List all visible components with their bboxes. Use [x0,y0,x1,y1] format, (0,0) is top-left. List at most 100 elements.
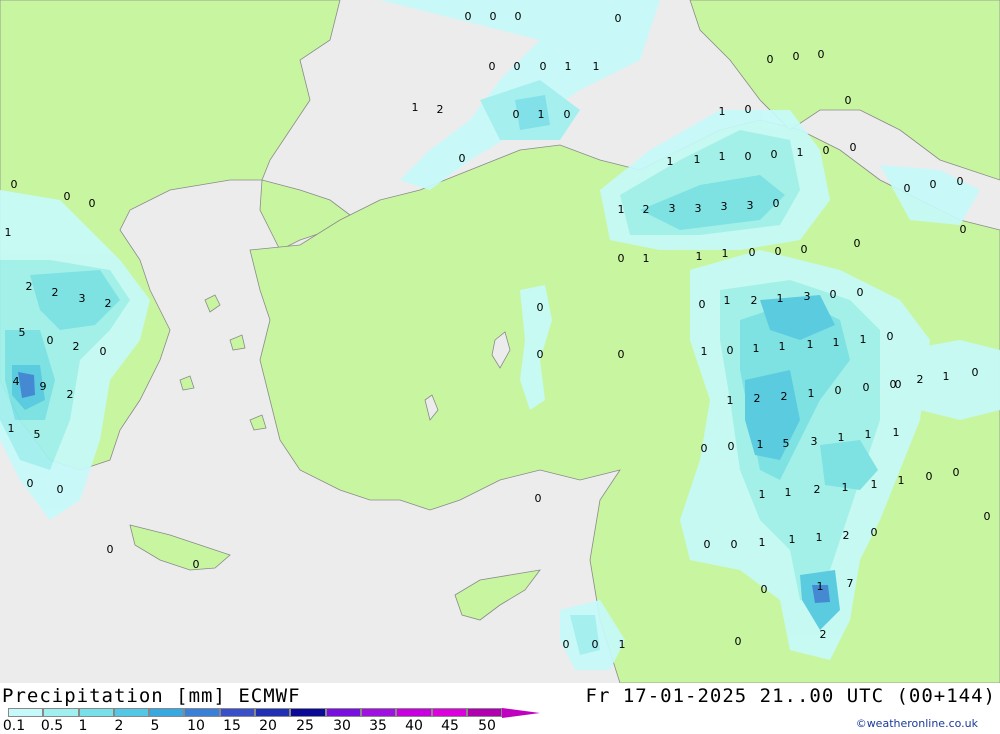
legend-label: 1 [78,718,88,734]
station-value: 0 [957,175,964,188]
station-value: 0 [767,53,774,66]
station-value: 1 [797,146,804,159]
station-value: 4 [13,375,20,388]
station-value: 3 [695,202,702,215]
station-value: 0 [618,252,625,265]
station-value: 1 [817,580,824,593]
station-value: 1 [719,105,726,118]
station-value: 0 [775,245,782,258]
station-value: 0 [513,108,520,121]
station-value: 0 [984,510,991,523]
legend-label: 20 [259,718,277,734]
legend-swatch [396,708,432,717]
legend-label: 30 [333,718,351,734]
station-value: 2 [751,294,758,307]
legend-label: 45 [441,718,459,734]
station-value: 0 [490,10,497,23]
station-value: 1 [643,252,650,265]
station-value: 0 [857,286,864,299]
station-value: 0 [57,483,64,496]
station-value: 0 [107,543,114,556]
station-value: 1 [833,336,840,349]
station-value: 3 [79,292,86,305]
station-value: 0 [728,440,735,453]
station-value: 1 [727,394,734,407]
color-legend [8,708,541,718]
station-value: 1 [5,226,12,239]
station-value: 1 [593,60,600,73]
station-value: 0 [871,526,878,539]
legend-swatch [8,708,44,717]
station-value: 0 [100,345,107,358]
station-value: 0 [537,348,544,361]
station-value: 0 [193,558,200,571]
station-value: 0 [563,638,570,651]
legend-swatch [113,708,150,717]
map-title: Precipitation [mm] ECMWF [2,685,301,707]
station-value: 0 [618,348,625,361]
station-value: 2 [643,203,650,216]
station-value: 1 [538,108,545,121]
station-value: 0 [895,378,902,391]
legend-label: 0.1 [2,718,26,734]
station-value: 0 [818,48,825,61]
station-value: 0 [699,298,706,311]
station-value: 1 [842,481,849,494]
station-value: 0 [89,197,96,210]
station-value: 0 [540,60,547,73]
station-value: 1 [871,478,878,491]
station-value: 1 [696,250,703,263]
station-value: 0 [47,334,54,347]
station-value: 3 [811,435,818,448]
station-value: 0 [887,330,894,343]
station-value: 0 [465,10,472,23]
legend-swatch [360,708,397,717]
station-value: 1 [759,536,766,549]
station-value: 2 [52,286,59,299]
station-value: 0 [731,538,738,551]
station-value: 1 [838,431,845,444]
station-value: 1 [808,387,815,400]
station-value: 0 [960,223,967,236]
station-value: 2 [820,628,827,641]
station-value: 0 [850,141,857,154]
credit-link[interactable]: ©weatheronline.co.uk [856,717,978,730]
station-value: 0 [749,246,756,259]
legend-label: 15 [223,718,241,734]
station-value: 0 [953,466,960,479]
station-value: 0 [701,442,708,455]
station-value: 0 [535,492,542,505]
station-value: 0 [592,638,599,651]
station-value: 0 [515,10,522,23]
station-value: 3 [669,202,676,215]
station-value: 1 [753,342,760,355]
station-value: 0 [904,182,911,195]
station-value: 1 [618,203,625,216]
station-value: 3 [804,290,811,303]
legend-labels: 0.1 0.5 1 2 5 10 15 20 25 30 35 40 45 50 [0,718,520,734]
station-value: 1 [694,153,701,166]
station-value: 0 [537,301,544,314]
station-value: 0 [64,190,71,203]
station-value: 0 [745,150,752,163]
legend-label: 5 [150,718,160,734]
station-value: 7 [847,577,854,590]
legend-swatch [431,708,467,717]
station-value: 0 [845,94,852,107]
station-value: 2 [814,483,821,496]
station-value: 0 [793,50,800,63]
station-value: 2 [105,297,112,310]
legend-label: 10 [187,718,205,734]
station-value: 1 [722,247,729,260]
station-value: 1 [8,422,15,435]
station-value: 1 [898,474,905,487]
station-value: 1 [789,533,796,546]
station-value: 1 [785,486,792,499]
legend-swatch [290,708,326,717]
station-value: 5 [783,437,790,450]
station-value: 0 [972,366,979,379]
station-value: 0 [735,635,742,648]
station-value: 1 [757,438,764,451]
station-value: 2 [67,388,74,401]
station-value: 2 [917,373,924,386]
